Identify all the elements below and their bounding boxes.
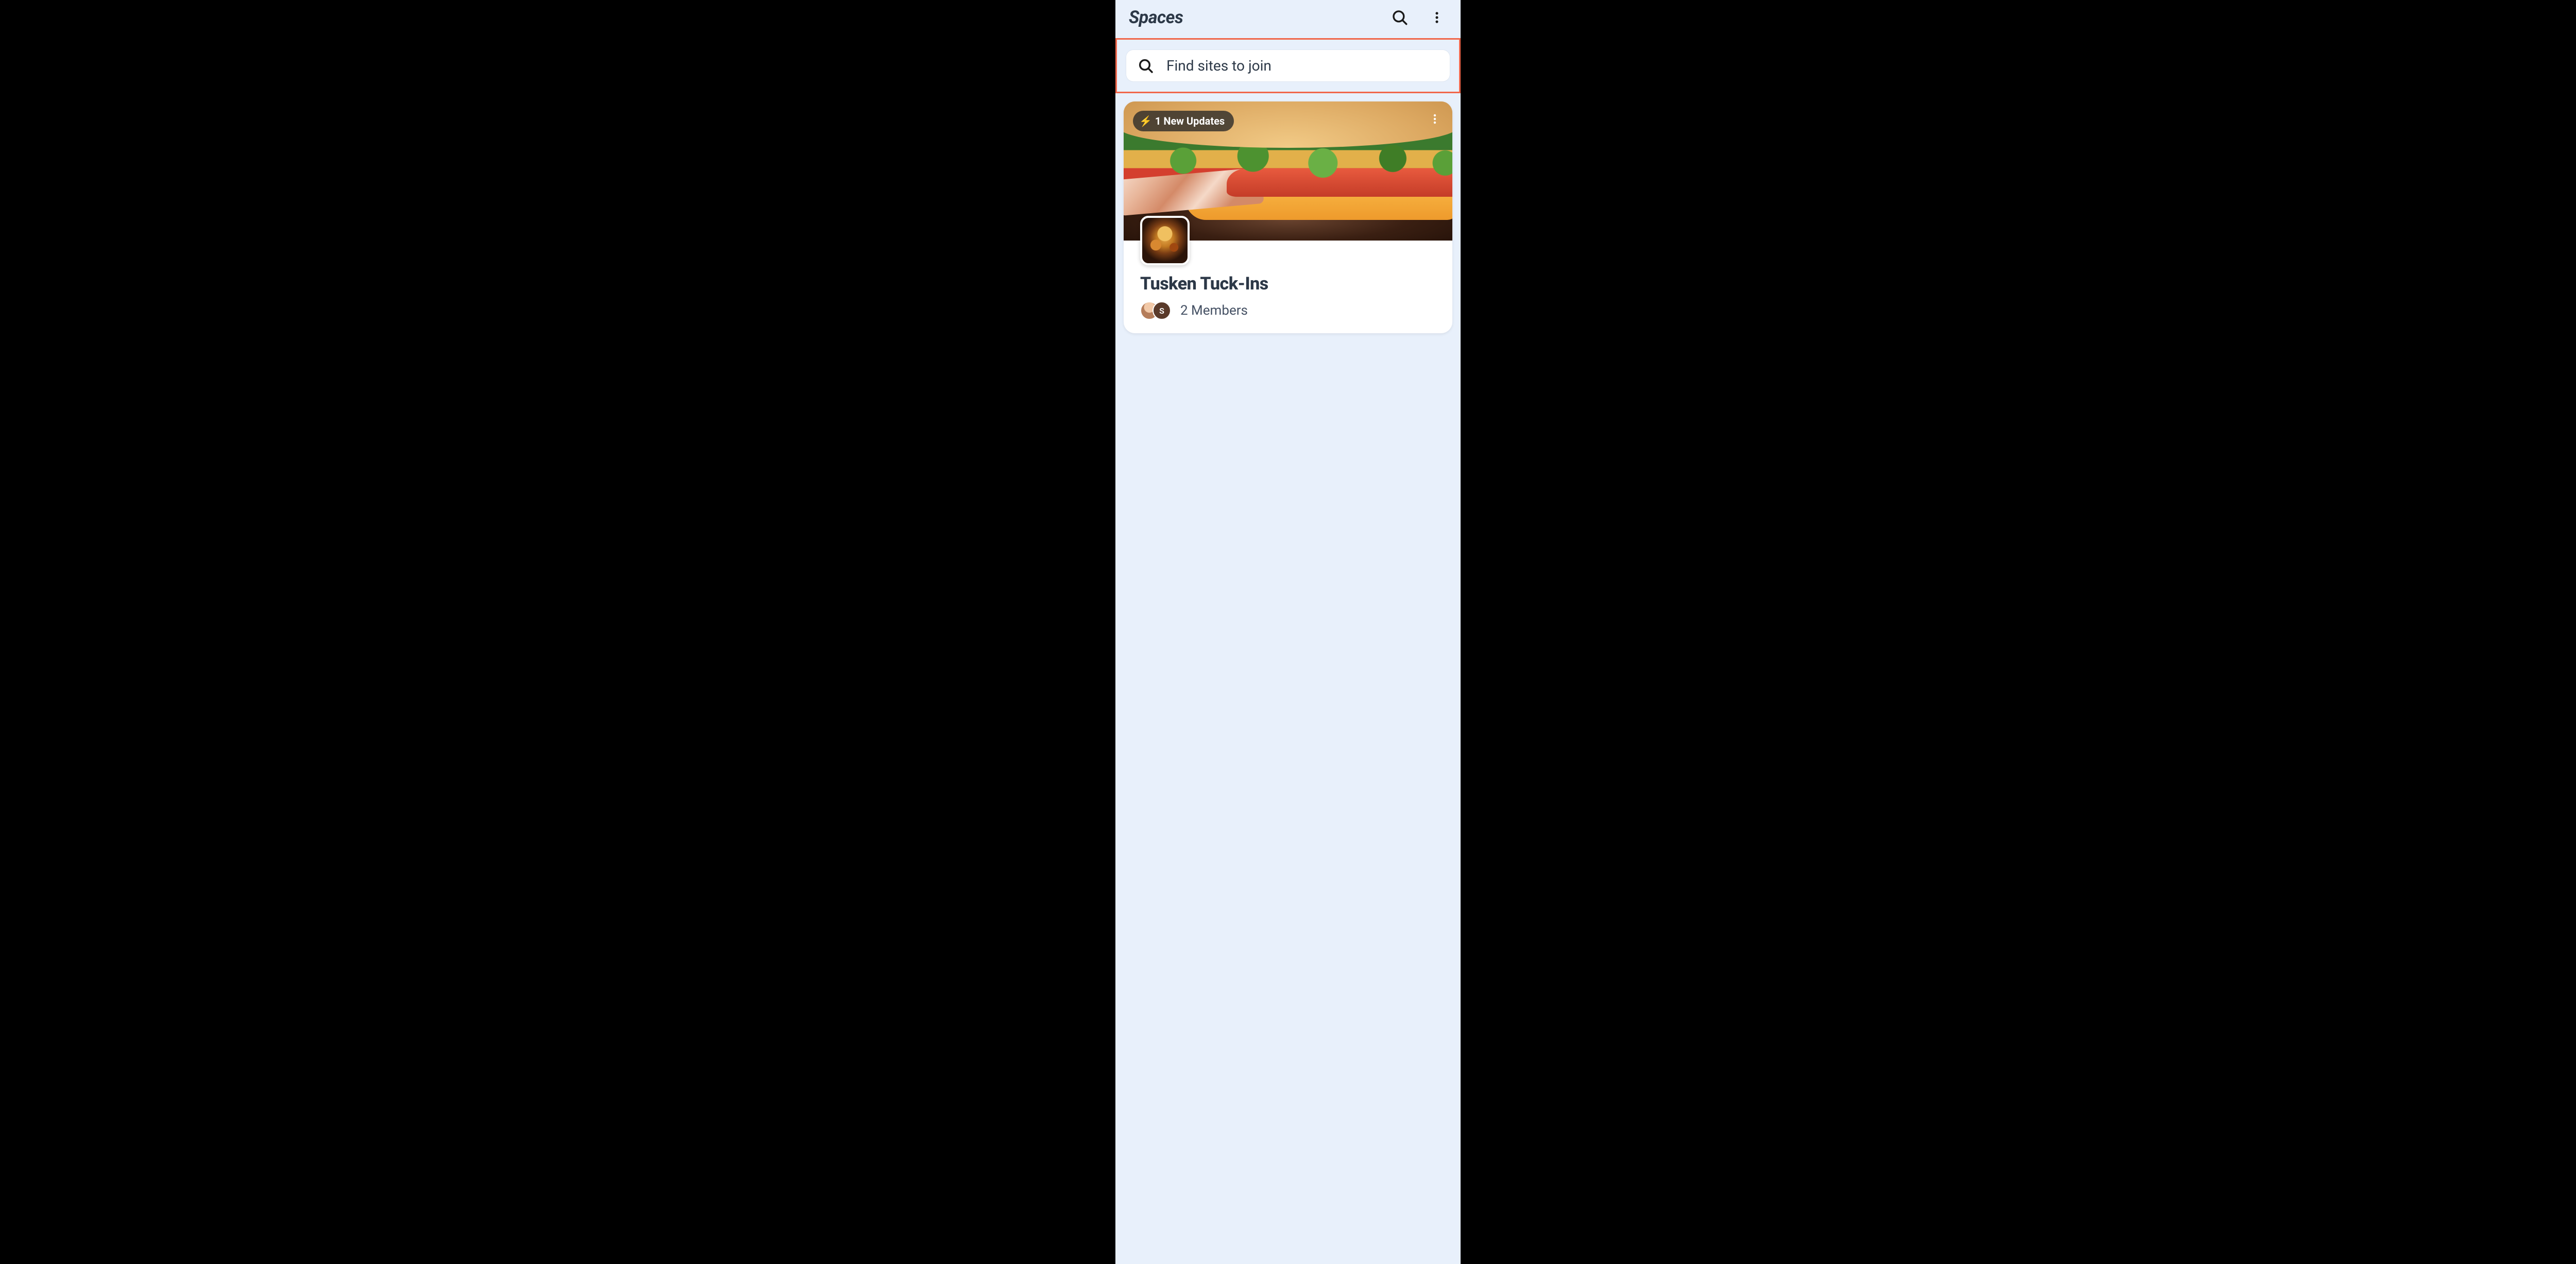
header-search-button[interactable] — [1389, 7, 1410, 28]
lightning-icon: ⚡ — [1139, 115, 1152, 127]
more-vertical-icon — [1430, 10, 1444, 25]
member-avatars: S — [1140, 301, 1171, 320]
search-icon — [1391, 9, 1409, 26]
header-actions — [1389, 7, 1447, 28]
app-screen: Spaces Find sites to join — [1115, 0, 1461, 1264]
updates-badge[interactable]: ⚡ 1 New Updates — [1133, 111, 1234, 131]
space-avatar — [1140, 216, 1190, 265]
more-vertical-icon — [1429, 113, 1441, 125]
member-avatar: S — [1153, 301, 1171, 320]
search-placeholder: Find sites to join — [1166, 57, 1272, 74]
card-overflow-button[interactable] — [1429, 113, 1441, 127]
members-row: S 2 Members — [1140, 301, 1436, 320]
search-icon — [1138, 58, 1154, 74]
header-overflow-button[interactable] — [1427, 7, 1447, 28]
page-title: Spaces — [1129, 7, 1183, 28]
updates-badge-label: 1 New Updates — [1155, 115, 1225, 127]
members-count-label: 2 Members — [1180, 303, 1248, 318]
header-bar: Spaces — [1115, 0, 1461, 35]
space-cover-image: ⚡ 1 New Updates — [1124, 101, 1452, 241]
search-input[interactable]: Find sites to join — [1126, 50, 1450, 81]
space-card[interactable]: ⚡ 1 New Updates Tusken Tuck-Ins S 2 Memb… — [1124, 101, 1452, 333]
search-highlight-annotation: Find sites to join — [1115, 38, 1461, 93]
space-title: Tusken Tuck-Ins — [1140, 274, 1436, 294]
